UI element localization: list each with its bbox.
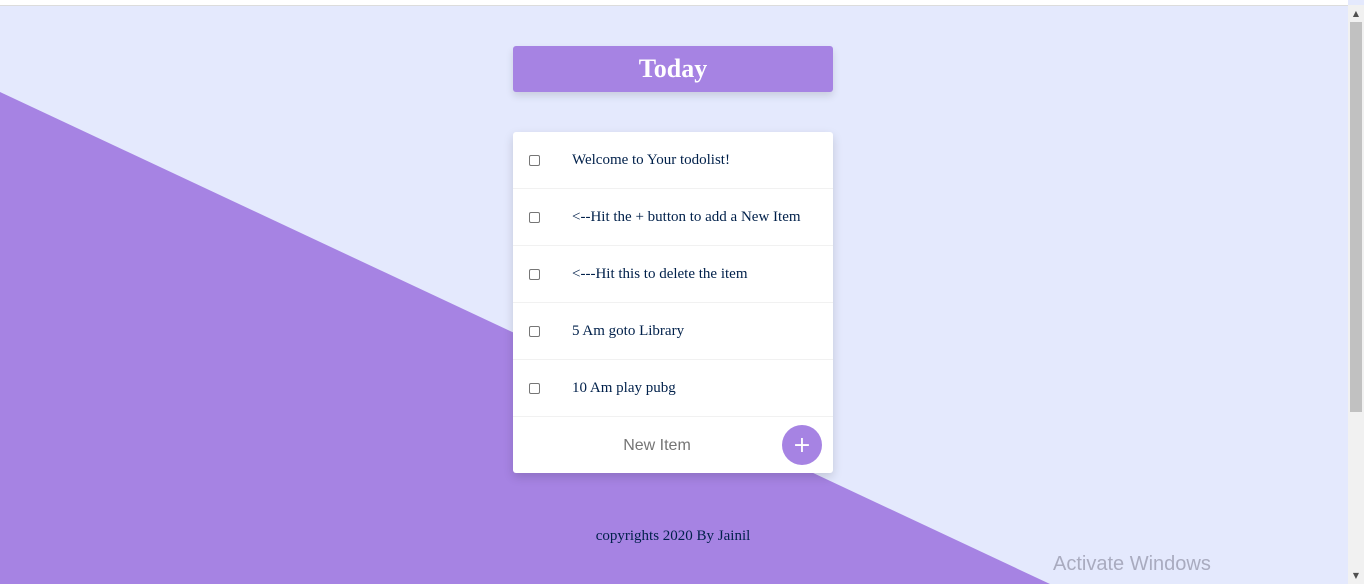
item-label: 10 Am play pubg [572,379,676,396]
list-item: Welcome to Your todolist! [513,132,833,189]
item-checkbox[interactable] [529,382,540,394]
list-item: <---Hit this to delete the item [513,246,833,303]
item-checkbox[interactable] [529,211,540,223]
page-scrollbar[interactable]: ▲ ▼ [1348,5,1364,584]
activate-windows-subtext [1053,578,1343,584]
add-item-button[interactable]: + [782,425,822,465]
list-item: 5 Am goto Library [513,303,833,360]
activate-windows-watermark: Activate Windows [1053,553,1211,575]
scroll-thumb[interactable] [1350,22,1362,412]
item-label: 5 Am goto Library [572,322,685,339]
footer-copyright: copyrights 2020 By Jainil [595,528,751,544]
scroll-up-arrow-icon[interactable]: ▲ [1348,5,1364,22]
new-item-input[interactable] [529,429,785,463]
item-checkbox[interactable] [529,325,540,337]
item-checkbox[interactable] [529,268,540,280]
list-item: 10 Am play pubg [513,360,833,417]
scroll-down-arrow-icon[interactable]: ▼ [1348,567,1364,584]
item-checkbox[interactable] [529,154,540,166]
item-label: Welcome to Your todolist! [572,151,730,168]
item-label: <---Hit this to delete the item [572,265,748,282]
page-title: Today [638,54,708,83]
heading-box: Today [513,46,833,92]
new-item-row: + [513,417,833,473]
plus-icon: + [792,432,812,458]
list-item: <--Hit the + button to add a New Item [513,189,833,246]
item-label: <--Hit the + button to add a New Item [572,208,801,225]
todo-card: Welcome to Your todolist! <--Hit the + b… [513,132,833,473]
